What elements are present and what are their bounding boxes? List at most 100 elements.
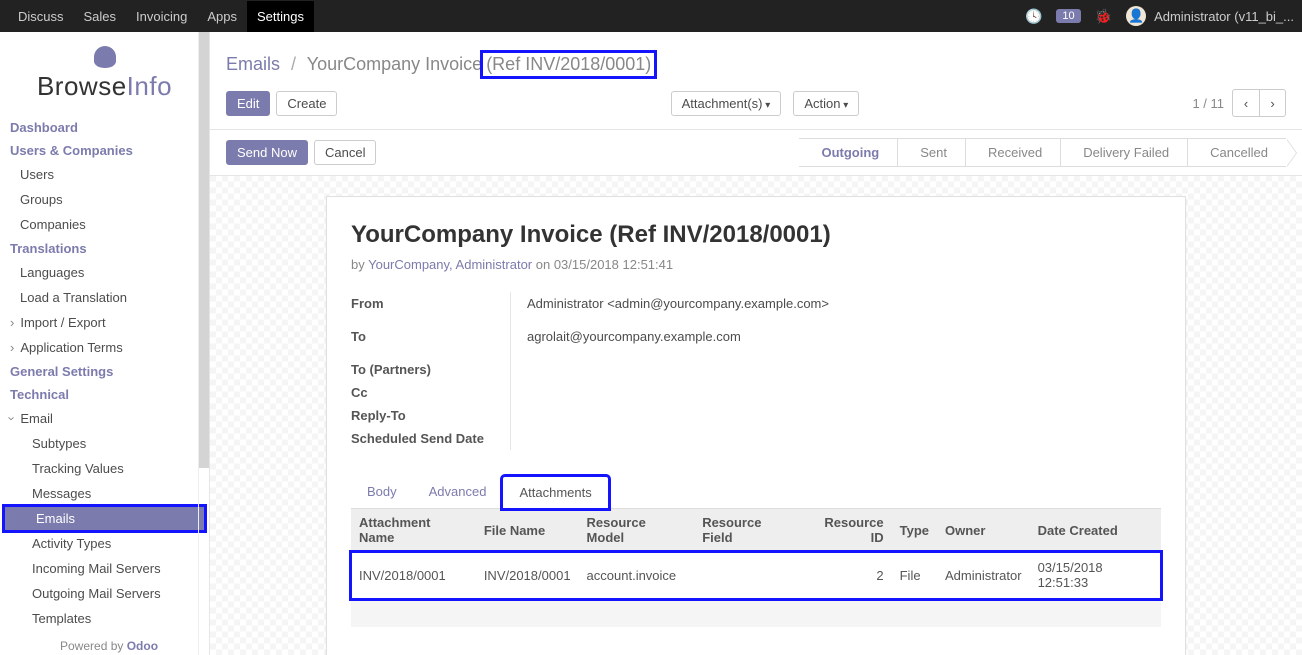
sidebar-item-import-export[interactable]: Import / Export xyxy=(0,310,209,335)
form-area: YourCompany Invoice (Ref INV/2018/0001) … xyxy=(210,176,1302,655)
tab-attachments[interactable]: Attachments xyxy=(502,476,608,509)
pager-buttons: ‹ › xyxy=(1232,89,1286,117)
powered-by: Powered by Odoo xyxy=(0,631,209,655)
clock-icon[interactable]: 🕓 xyxy=(1019,8,1048,25)
pager-text[interactable]: 1 / 11 xyxy=(1192,96,1224,111)
status-failed[interactable]: Delivery Failed xyxy=(1060,138,1187,167)
user-menu[interactable]: Administrator (v11_bi_... xyxy=(1154,9,1294,24)
cell-field xyxy=(694,552,801,599)
th-name[interactable]: Attachment Name xyxy=(351,509,476,552)
control-panel: Emails / YourCompany Invoice (Ref INV/20… xyxy=(210,32,1302,130)
value-to: agrolait@yourcompany.example.com xyxy=(527,325,1161,348)
sidebar-section-general[interactable]: General Settings xyxy=(0,360,209,383)
topbar-right: 🕓 10 🐞 👤 Administrator (v11_bi_... xyxy=(1019,6,1294,26)
cell-file: INV/2018/0001 xyxy=(476,552,579,599)
sidebar-item-templates[interactable]: Templates xyxy=(0,606,209,631)
topbar: Discuss Sales Invoicing Apps Settings 🕓 … xyxy=(0,0,1302,32)
sidebar-item-activity-types[interactable]: Activity Types xyxy=(0,531,209,556)
label-to: To xyxy=(351,325,510,348)
logo: BrowseInfo xyxy=(0,36,209,116)
form-sheet: YourCompany Invoice (Ref INV/2018/0001) … xyxy=(326,196,1186,655)
th-type[interactable]: Type xyxy=(892,509,937,552)
page-title: YourCompany Invoice (Ref INV/2018/0001) xyxy=(351,221,1161,249)
debug-icon[interactable]: 🐞 xyxy=(1089,8,1118,25)
sidebar-item-app-terms[interactable]: Application Terms xyxy=(0,335,209,360)
topnav-sales[interactable]: Sales xyxy=(74,1,127,32)
odoo-link[interactable]: Odoo xyxy=(127,639,158,653)
attachments-dropdown[interactable]: Attachment(s) xyxy=(671,91,782,116)
topnav-invoicing[interactable]: Invoicing xyxy=(126,1,197,32)
status-cancelled[interactable]: Cancelled xyxy=(1187,138,1286,167)
sidebar-item-groups[interactable]: Groups xyxy=(0,187,209,212)
sidebar-item-emails[interactable]: Emails xyxy=(4,506,205,531)
author-link[interactable]: YourCompany, Administrator xyxy=(368,257,532,272)
logo-text-a: Browse xyxy=(37,71,127,101)
tabs: Body Advanced Attachments xyxy=(351,476,1161,509)
status-outgoing[interactable]: Outgoing xyxy=(799,138,897,167)
sidebar-item-tracking[interactable]: Tracking Values xyxy=(0,456,209,481)
tab-advanced[interactable]: Advanced xyxy=(413,476,503,508)
sidebar-item-messages[interactable]: Messages xyxy=(0,481,209,506)
label-cc: Cc xyxy=(351,381,510,404)
statusbar: Send Now Cancel Outgoing Sent Received D… xyxy=(210,130,1302,176)
fields-block: From To To (Partners) Cc Reply-To Schedu… xyxy=(351,292,1161,470)
cell-owner: Administrator xyxy=(937,552,1030,599)
sidebar-section-dashboard[interactable]: Dashboard xyxy=(0,116,209,139)
sidebar-item-load-translation[interactable]: Load a Translation xyxy=(0,285,209,310)
value-from: Administrator <admin@yourcompany.example… xyxy=(527,292,1161,315)
edit-button[interactable]: Edit xyxy=(226,91,270,116)
topnav-apps[interactable]: Apps xyxy=(197,1,247,32)
topnav-settings[interactable]: Settings xyxy=(247,1,314,32)
status-sent[interactable]: Sent xyxy=(897,138,965,167)
cell-date: 03/15/2018 12:51:33 xyxy=(1030,552,1161,599)
logo-icon xyxy=(94,46,116,68)
breadcrumb-root[interactable]: Emails xyxy=(226,54,280,74)
status-steps: Outgoing Sent Received Delivery Failed C… xyxy=(799,138,1286,167)
messages-badge[interactable]: 10 xyxy=(1056,9,1080,23)
sidebar-item-incoming[interactable]: Incoming Mail Servers xyxy=(0,556,209,581)
sidebar-section-users[interactable]: Users & Companies xyxy=(0,139,209,162)
th-field[interactable]: Resource Field xyxy=(694,509,801,552)
topnav-discuss[interactable]: Discuss xyxy=(8,1,74,32)
label-scheduled: Scheduled Send Date xyxy=(351,427,510,450)
table-row[interactable]: INV/2018/0001 INV/2018/0001 account.invo… xyxy=(351,552,1161,599)
th-model[interactable]: Resource Model xyxy=(579,509,695,552)
th-date[interactable]: Date Created xyxy=(1030,509,1161,552)
tab-body[interactable]: Body xyxy=(351,476,413,508)
breadcrumb-ref: (Ref INV/2018/0001) xyxy=(482,52,655,77)
label-from: From xyxy=(351,292,510,315)
th-owner[interactable]: Owner xyxy=(937,509,1030,552)
action-dropdown[interactable]: Action xyxy=(793,91,859,116)
create-button[interactable]: Create xyxy=(276,91,337,116)
label-to-partners: To (Partners) xyxy=(351,358,510,381)
sidebar-item-email[interactable]: Email xyxy=(0,406,209,431)
label-reply-to: Reply-To xyxy=(351,404,510,427)
breadcrumb-current-prefix: YourCompany Invoice xyxy=(307,54,482,74)
byline: by YourCompany, Administrator on 03/15/2… xyxy=(351,257,1161,272)
sidebar-item-languages[interactable]: Languages xyxy=(0,260,209,285)
status-received[interactable]: Received xyxy=(965,138,1060,167)
cancel-button[interactable]: Cancel xyxy=(314,140,376,165)
cell-model: account.invoice xyxy=(579,552,695,599)
sidebar-section-technical[interactable]: Technical xyxy=(0,383,209,406)
sidebar-section-translations[interactable]: Translations xyxy=(0,237,209,260)
sidebar-item-outgoing[interactable]: Outgoing Mail Servers xyxy=(0,581,209,606)
table-footer xyxy=(351,599,1161,627)
sidebar-item-subtypes[interactable]: Subtypes xyxy=(0,431,209,456)
cell-type: File xyxy=(892,552,937,599)
sidebar-item-companies[interactable]: Companies xyxy=(0,212,209,237)
cell-resid: 2 xyxy=(801,552,892,599)
th-file[interactable]: File Name xyxy=(476,509,579,552)
topbar-menu: Discuss Sales Invoicing Apps Settings xyxy=(8,1,314,32)
attachments-table: Attachment Name File Name Resource Model… xyxy=(351,509,1161,627)
avatar[interactable]: 👤 xyxy=(1126,6,1146,26)
logo-text-b: Info xyxy=(127,71,172,101)
pager-prev[interactable]: ‹ xyxy=(1233,90,1259,116)
sidebar: BrowseInfo Dashboard Users & Companies U… xyxy=(0,32,210,655)
sidebar-item-users[interactable]: Users xyxy=(0,162,209,187)
cell-name: INV/2018/0001 xyxy=(351,552,476,599)
th-resid[interactable]: Resource ID xyxy=(801,509,892,552)
main: Emails / YourCompany Invoice (Ref INV/20… xyxy=(210,32,1302,655)
send-now-button[interactable]: Send Now xyxy=(226,140,308,165)
pager-next[interactable]: › xyxy=(1259,90,1285,116)
